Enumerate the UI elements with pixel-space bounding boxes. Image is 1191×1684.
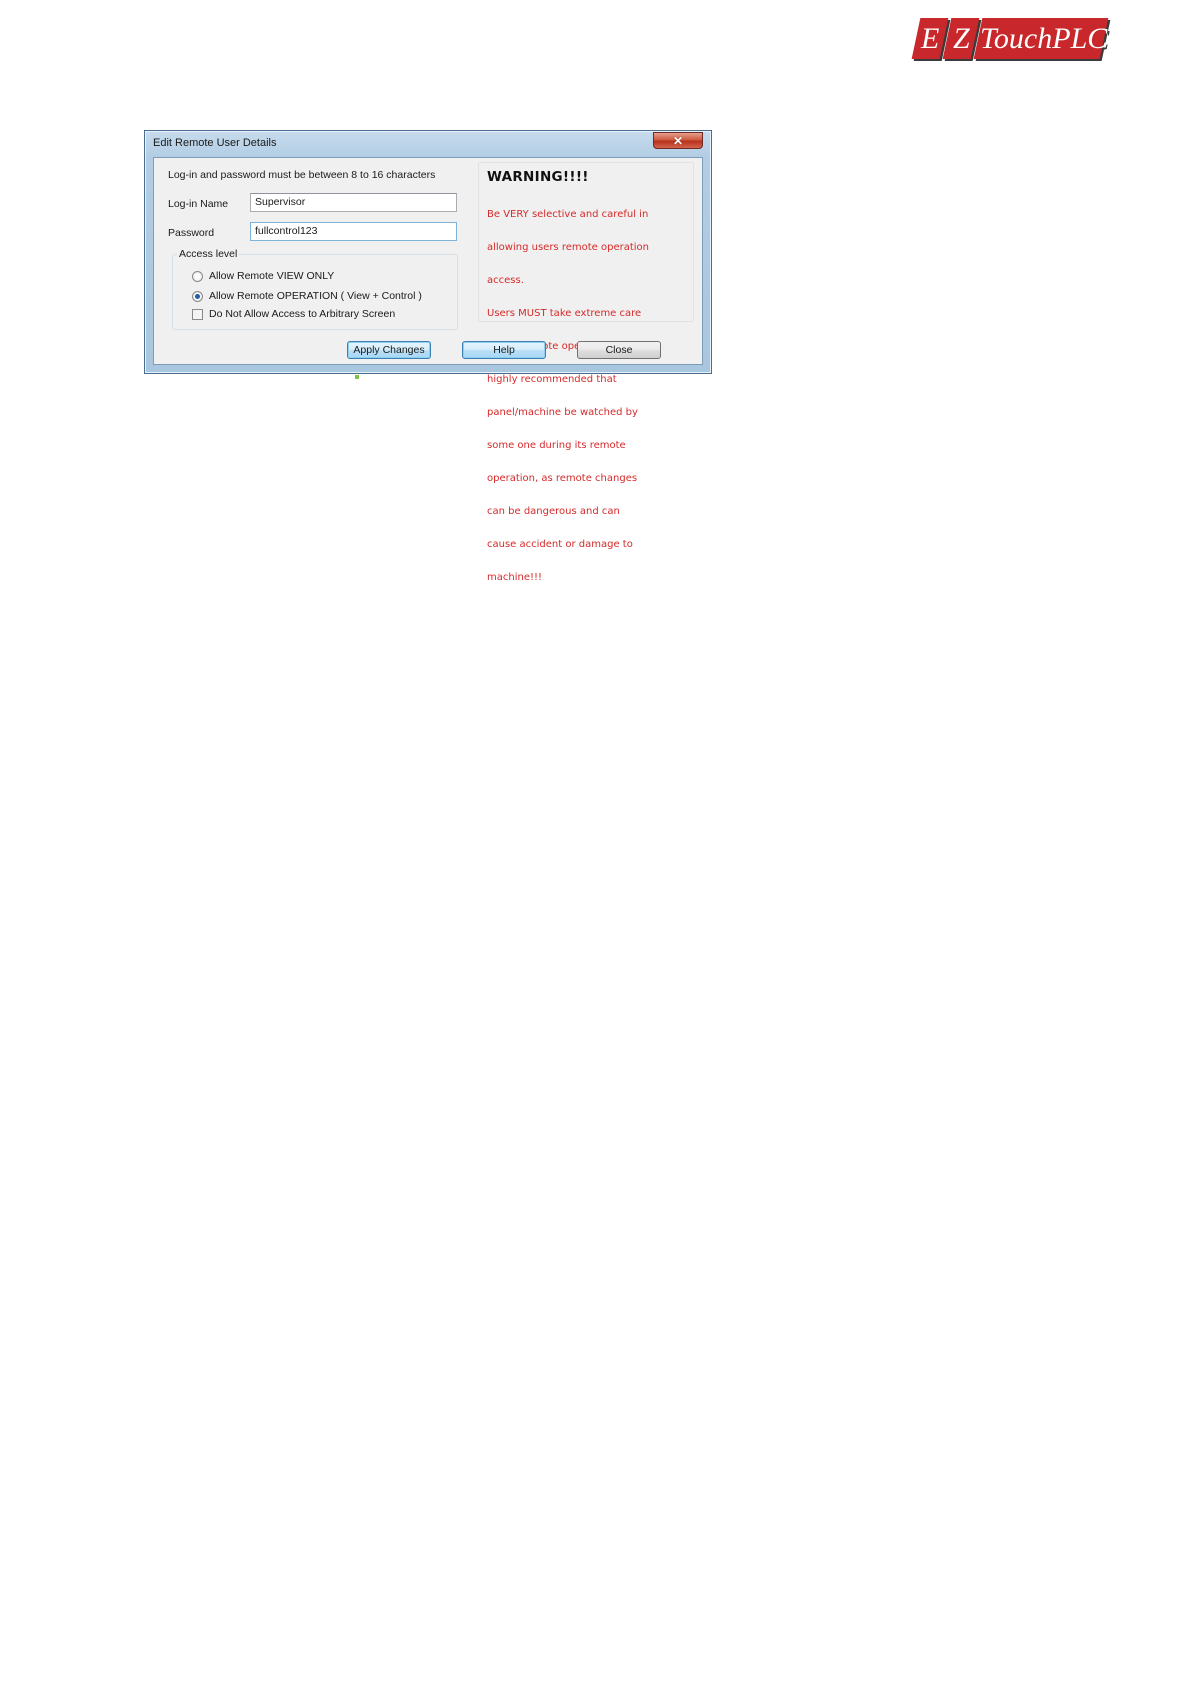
close-button[interactable]: Close	[577, 341, 661, 359]
dialog-title: Edit Remote User Details	[153, 137, 277, 149]
apply-changes-button[interactable]: Apply Changes	[347, 341, 431, 359]
arbitrary-screen-checkbox[interactable]: Do Not Allow Access to Arbitrary Screen	[192, 308, 395, 320]
radio-view-only-label: Allow Remote VIEW ONLY	[209, 270, 335, 282]
access-level-legend: Access level	[177, 248, 240, 260]
radio-operation[interactable]: Allow Remote OPERATION ( View + Control …	[192, 290, 422, 302]
logo-name: TouchPLC	[973, 18, 1109, 59]
edit-remote-user-dialog: Edit Remote User Details ✕ Log-in and pa…	[144, 130, 712, 583]
warning-line: machine!!!	[487, 572, 542, 583]
warning-line: Users MUST take extreme care	[487, 308, 642, 319]
credentials-hint: Log-in and password must be between 8 to…	[168, 169, 436, 181]
access-level-group: Access level Allow Remote VIEW ONLY Allo…	[172, 248, 458, 330]
login-name-label: Log-in Name	[168, 198, 229, 210]
warning-line: cause accident or damage to	[487, 539, 633, 550]
login-name-input[interactable]: Supervisor	[250, 193, 457, 212]
dialog-client-area: Log-in and password must be between 8 to…	[153, 157, 703, 583]
radio-view-only-button[interactable]	[192, 270, 203, 282]
arbitrary-screen-checkbox-label: Do Not Allow Access to Arbitrary Screen	[209, 308, 396, 320]
radio-view-only[interactable]: Allow Remote VIEW ONLY	[192, 270, 334, 282]
close-icon: ✕	[672, 133, 684, 148]
warning-line: can be dangerous and can	[487, 506, 620, 517]
window-close-button[interactable]: ✕	[653, 132, 703, 149]
warning-text: Be VERY selective and careful in allowin…	[487, 187, 693, 605]
warning-line: allowing users remote operation	[487, 242, 649, 253]
radio-operation-button[interactable]	[192, 290, 203, 302]
warning-line: access.	[487, 275, 524, 286]
password-input[interactable]: fullcontrol123	[250, 222, 457, 241]
warning-line: some one during its remote	[487, 440, 626, 451]
resize-marker	[355, 375, 359, 379]
warning-line: panel/machine be watched by	[487, 407, 638, 418]
warning-line: operation, as remote changes	[487, 473, 638, 484]
warning-panel: WARNING!!!! Be VERY selective and carefu…	[478, 162, 694, 583]
radio-operation-label: Allow Remote OPERATION ( View + Control …	[209, 290, 422, 302]
dialog-titlebar[interactable]: Edit Remote User Details ✕	[145, 131, 711, 157]
warning-line: highly recommended that	[487, 374, 617, 385]
eztouchplc-logo: E Z TouchPLC	[911, 18, 1109, 59]
password-label: Password	[168, 227, 215, 239]
warning-line: Be VERY selective and careful in	[487, 209, 649, 220]
warning-title: WARNING!!!!	[487, 169, 589, 185]
help-button[interactable]: Help	[462, 341, 546, 359]
arbitrary-screen-checkbox-box[interactable]	[192, 308, 203, 320]
